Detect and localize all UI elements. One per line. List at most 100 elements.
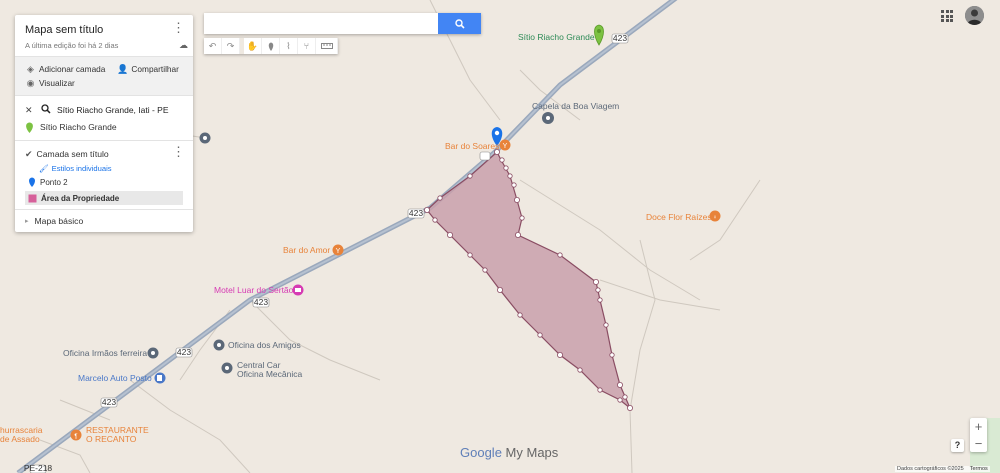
feature-label: Área da Propriedade <box>41 193 120 203</box>
restaurante-poi-icon[interactable]: ¶ <box>70 429 82 441</box>
layer-checkbox-icon[interactable]: ✔ <box>25 149 33 160</box>
svg-text:Y: Y <box>503 143 508 150</box>
restaurante-label-2[interactable]: O RECANTO <box>86 434 137 444</box>
marcelo-label[interactable]: Marcelo Auto Posto <box>78 373 152 383</box>
oficina-irmaos-label[interactable]: Oficina Irmãos ferreira <box>63 348 147 358</box>
svg-text:♀: ♀ <box>713 215 718 221</box>
marcelo-poi-icon[interactable] <box>154 372 166 384</box>
map-options-kebab-icon[interactable]: ⋮ <box>172 21 185 34</box>
map-title[interactable]: Mapa sem título <box>25 24 183 36</box>
polygon-icon <box>28 194 37 202</box>
map-search-bar <box>204 13 481 34</box>
zoom-out-button[interactable]: − <box>970 435 987 452</box>
paint-roller-icon: 🖌 <box>39 164 49 173</box>
map-side-panel: Mapa sem título A última edição foi há 2… <box>15 15 193 232</box>
hand-pan-icon[interactable]: ✋ <box>244 38 262 54</box>
feature-item-ponto-2[interactable]: Ponto 2 <box>25 175 183 189</box>
add-marker-icon[interactable] <box>262 38 280 54</box>
capela-poi-icon[interactable] <box>542 112 554 124</box>
google-logo-text: Google <box>460 445 502 460</box>
search-input[interactable] <box>204 13 429 34</box>
layer-options-kebab-icon[interactable]: ⋮ <box>172 145 185 158</box>
basemap-section[interactable]: ▸ Mapa básico <box>15 210 193 232</box>
map-attribution: Dados cartográficos ©2025 Termos <box>895 466 990 472</box>
search-result-section: ✕ Sítio Riacho Grande, Iati - PE Sítio R… <box>15 96 193 141</box>
cloud-saved-icon: ☁ <box>179 40 188 50</box>
panel-header: Mapa sem título A última edição foi há 2… <box>15 15 193 56</box>
directions-icon[interactable]: ⑂ <box>298 38 316 54</box>
preview-label: Visualizar <box>39 78 75 88</box>
styles-label: Estilos individuais <box>51 164 112 173</box>
bar-amor-poi-icon[interactable]: Y <box>332 244 344 256</box>
search-result-query[interactable]: Sítio Riacho Grande, Iati - PE <box>57 105 169 115</box>
undo-icon[interactable]: ↶ <box>204 38 222 54</box>
add-layer-label: Adicionar camada <box>39 64 106 74</box>
gray-poi-icon[interactable] <box>199 132 211 144</box>
search-icon <box>454 18 465 29</box>
blue-pin-icon <box>29 177 35 187</box>
panel-actions: ◈ Adicionar camada 👤 Compartilhar ◉ Visuali… <box>15 56 193 96</box>
close-icon[interactable]: ✕ <box>25 105 35 116</box>
zoom-controls: + − <box>970 418 987 452</box>
feature-label: Ponto 2 <box>40 177 68 187</box>
layer-section: ✔ Camada sem título ⋮ 🖌 Estilos individu… <box>15 141 193 210</box>
oficina-irmaos-poi-icon[interactable] <box>147 347 159 359</box>
search-result-place[interactable]: Sítio Riacho Grande <box>40 122 117 132</box>
search-button[interactable] <box>438 13 481 34</box>
central-car-poi-icon[interactable] <box>221 362 233 374</box>
my-maps-text: My Maps <box>505 445 559 460</box>
last-edit-status: A última edição foi há 2 dias <box>25 41 119 50</box>
sitio-label[interactable]: Sítio Riacho Grande <box>518 32 595 42</box>
oficina-amigos-label[interactable]: Oficina dos Amigos <box>228 340 301 350</box>
road-shield-423-b: 423 <box>407 208 425 219</box>
svg-text:PE-218: PE-218 <box>24 463 53 473</box>
capela-label[interactable]: Capela da Boa Viagem <box>532 101 619 111</box>
individual-styles-link[interactable]: 🖌 Estilos individuais <box>39 164 183 173</box>
road-shield-423-d: 423 <box>175 347 193 358</box>
svg-text:423: 423 <box>613 33 627 43</box>
eye-icon: ◉ <box>26 77 35 88</box>
bar-soares-label[interactable]: Bar do Soares <box>445 141 499 151</box>
add-layer-button[interactable]: ◈ Adicionar camada <box>25 64 105 75</box>
road-shield-small-2 <box>479 151 491 161</box>
bar-soares-poi-icon[interactable]: Y <box>499 139 511 151</box>
motel-poi-icon[interactable] <box>292 284 304 296</box>
attribution-text: Dados cartográficos ©2025 <box>897 466 964 472</box>
svg-text:423: 423 <box>177 347 191 357</box>
terms-link[interactable]: Termos <box>970 466 988 472</box>
search-icon <box>41 104 51 116</box>
road-shield-423-a: 423 <box>611 33 629 44</box>
apps-grid-icon[interactable] <box>941 10 953 22</box>
layers-icon: ◈ <box>27 63 34 74</box>
layer-name[interactable]: Camada sem título <box>37 149 109 159</box>
svg-text:423: 423 <box>102 397 116 407</box>
svg-text:423: 423 <box>409 208 423 218</box>
share-button[interactable]: 👤 Compartilhar <box>117 64 179 75</box>
share-label: Compartilhar <box>131 64 179 74</box>
add-person-icon: 👤 <box>117 63 129 74</box>
svg-text:¶: ¶ <box>74 434 77 440</box>
doce-flor-label[interactable]: Doce Flor Raízes <box>646 212 712 222</box>
draw-line-icon[interactable]: ⌇ <box>280 38 298 54</box>
avatar[interactable] <box>965 6 984 25</box>
ruler-icon[interactable] <box>316 38 338 54</box>
road-shield-423-c: 423 <box>252 297 270 308</box>
google-my-maps-logo: Google My Maps <box>460 445 558 460</box>
redo-icon[interactable]: ↷ <box>222 38 240 54</box>
help-button[interactable]: ? <box>951 439 964 452</box>
preview-button[interactable]: ◉ Visualizar <box>25 78 75 89</box>
map-toolbar: ↶ ↷ ✋ ⌇ ⑂ <box>204 38 338 54</box>
churrascaria-label-2[interactable]: de Assado <box>0 434 40 444</box>
feature-item-area-propriedade[interactable]: Área da Propriedade <box>25 191 183 205</box>
expand-caret-icon: ▸ <box>25 218 29 225</box>
bar-amor-label[interactable]: Bar do Amor <box>283 245 330 255</box>
green-pin-icon <box>26 122 33 133</box>
svg-text:Y: Y <box>336 248 341 255</box>
svg-text:423: 423 <box>254 297 268 307</box>
zoom-in-button[interactable]: + <box>970 418 987 435</box>
oficina-amigos-poi-icon[interactable] <box>213 339 225 351</box>
basemap-label: Mapa básico <box>34 216 84 226</box>
motel-label[interactable]: Motel Luar do Sertão <box>214 285 294 295</box>
road-shield-423-e: 423 <box>100 397 118 408</box>
central-car-label-2[interactable]: Oficina Mecânica <box>237 369 302 379</box>
